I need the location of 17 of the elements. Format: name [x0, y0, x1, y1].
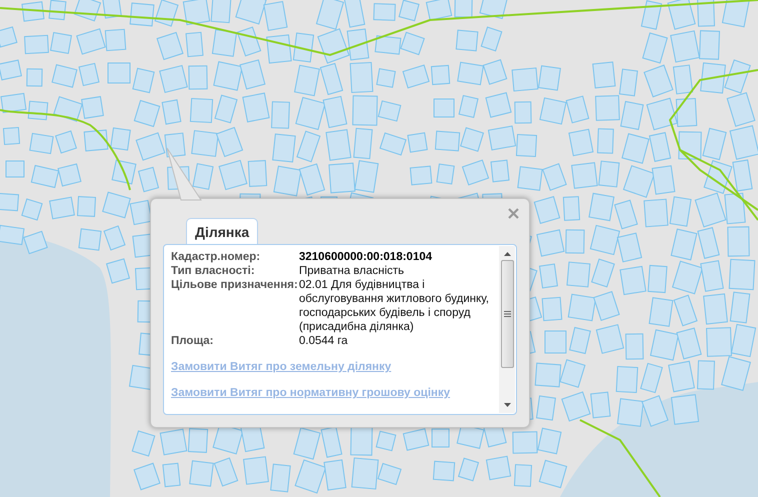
- field-label: Площа:: [171, 334, 215, 348]
- field-value: Приватна власність: [299, 264, 406, 278]
- field-value: 02.01 Для будівництва і обслуговування житлового будинку, господарських будівель і споруд (присадибна ділянка): [299, 278, 490, 334]
- field-value: 0.0544 га: [299, 334, 349, 348]
- close-icon[interactable]: [508, 208, 519, 219]
- field-label: Кадастр.номер:: [171, 250, 262, 264]
- grip-icon: [504, 311, 510, 317]
- scrollbar[interactable]: [499, 246, 515, 413]
- scroll-down-icon[interactable]: [504, 403, 510, 407]
- field-label: Цільове призначення:: [171, 278, 299, 293]
- field-label: Тип власності:: [171, 264, 256, 278]
- order-link[interactable]: Замовити Витяг про нормативну грошову оцінку: [171, 387, 450, 399]
- parcel-tab[interactable]: Ділянка: [186, 218, 258, 244]
- scroll-up-icon[interactable]: [504, 252, 510, 256]
- order-link[interactable]: Замовити Витяг про земельну ділянку: [171, 361, 392, 373]
- field-value: 3210600000:00:018:0104: [299, 250, 434, 264]
- scroll-thumb[interactable]: [500, 260, 514, 368]
